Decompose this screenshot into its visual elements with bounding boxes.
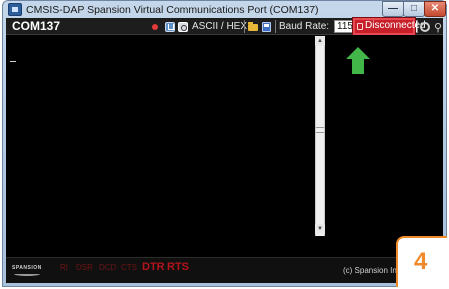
signal-ri: RI — [60, 263, 68, 272]
vertical-scrollbar[interactable] — [315, 36, 325, 236]
minimize-icon: — — [388, 3, 398, 14]
minimize-button[interactable]: — — [382, 1, 404, 17]
plug-icon — [357, 23, 363, 30]
scroll-down-button[interactable]: ▼ — [315, 224, 325, 234]
save-icon[interactable] — [262, 22, 271, 32]
signal-dtr[interactable]: DTR — [142, 261, 165, 273]
copyright-text: (c) Spansion Inc — [343, 266, 401, 275]
signal-dcd: DCD — [99, 263, 117, 272]
connection-status-label: Disconnected — [365, 20, 426, 31]
open-folder-icon[interactable] — [248, 22, 258, 31]
record-icon[interactable] — [152, 24, 158, 30]
terminal-cursor — [10, 61, 16, 62]
toolbar-divider — [244, 20, 245, 33]
spansion-logo: SPANSION — [12, 265, 42, 271]
chevron-up-icon: ▲ — [317, 38, 323, 44]
baud-rate-label: Baud Rate: — [279, 21, 330, 32]
ascii-hex-toggle[interactable]: ASCII / HEX — [192, 21, 247, 32]
maximize-button[interactable]: □ — [403, 1, 425, 17]
port-label: COM137 — [12, 19, 61, 33]
green-arrow-icon — [346, 47, 370, 59]
chevron-down-icon: ▼ — [317, 226, 323, 232]
settings-icon[interactable] — [420, 22, 430, 32]
toolbar-divider — [275, 20, 276, 33]
scroll-thumb-grip[interactable] — [316, 127, 324, 133]
step-number: 4 — [414, 248, 428, 275]
clear-icon[interactable] — [165, 22, 175, 32]
green-arrow-shaft — [352, 59, 364, 74]
signal-rts[interactable]: RTS — [167, 261, 189, 273]
link-icon[interactable]: ⚲ — [434, 21, 442, 34]
scroll-up-button[interactable]: ▲ — [315, 36, 325, 46]
terminal-output[interactable] — [6, 35, 443, 257]
app-icon — [8, 3, 22, 16]
close-icon: ✕ — [430, 3, 440, 14]
signal-dsr: DSR — [76, 263, 93, 272]
window-title: CMSIS-DAP Spansion Virtual Communication… — [26, 4, 319, 16]
close-button[interactable]: ✕ — [424, 1, 446, 17]
signal-cts: CTS — [121, 263, 137, 272]
timestamp-icon[interactable] — [178, 22, 188, 32]
spansion-logo-swoosh — [14, 272, 40, 276]
maximize-icon: □ — [410, 3, 418, 14]
